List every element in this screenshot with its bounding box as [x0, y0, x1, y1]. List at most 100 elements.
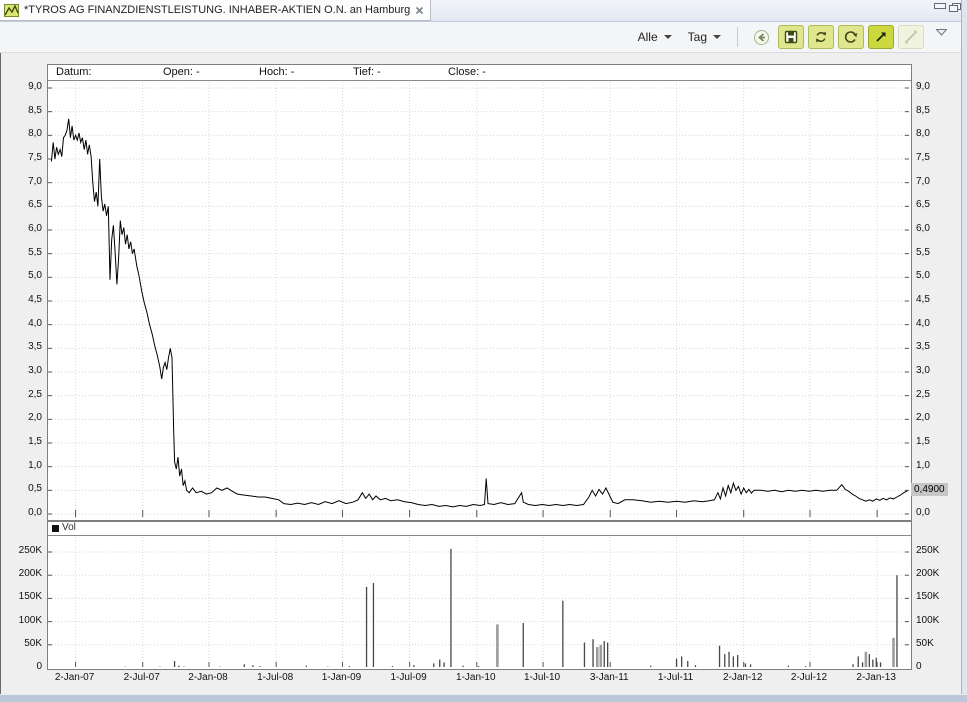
x-axis-tick-label: 2-Jan-12	[711, 672, 775, 684]
quote-header-datum: Datum:	[56, 66, 91, 78]
volume-axis-tick-right: 200K	[916, 568, 948, 580]
x-axis-tick-label: 2-Jul-07	[110, 672, 174, 684]
chevron-down-icon	[713, 35, 721, 39]
price-axis-tick-right: 6,5	[916, 199, 946, 211]
price-axis-tick-left: 7,5	[14, 152, 42, 164]
x-axis-tick-label: 1-Jul-08	[243, 672, 307, 684]
line-chart-icon	[4, 4, 19, 17]
price-axis-tick-left: 1,0	[14, 460, 42, 472]
price-axis-tick-right: 1,0	[916, 460, 946, 472]
range-dropdown[interactable]: Alle	[632, 28, 678, 46]
restore-view-icon[interactable]	[949, 3, 960, 11]
volume-legend: Vol	[48, 522, 911, 536]
tab-bar: *TYROS AG FINANZDIENSTLEISTUNG. INHABER-…	[0, 0, 961, 22]
price-axis-tick-right: 9,0	[916, 81, 946, 93]
save-icon	[784, 30, 798, 44]
price-axis-tick-right: 5,0	[916, 270, 946, 282]
price-axis-tick-right: 8,5	[916, 105, 946, 117]
reload-data-button[interactable]	[838, 25, 864, 49]
volume-axis-tick-right: 0	[916, 661, 948, 673]
quote-header: Datum: Open: - Hoch: - Tief: - Close: -	[48, 65, 911, 81]
window-right-margin	[961, 0, 967, 694]
volume-chart-panel[interactable]: Vol	[47, 521, 912, 670]
price-axis-tick-left: 9,0	[14, 81, 42, 93]
x-axis-tick-label: 2-Jul-12	[777, 672, 841, 684]
interval-dropdown[interactable]: Tag	[682, 28, 727, 46]
x-axis-tick-label: 1-Jul-11	[644, 672, 708, 684]
price-axis-tick-left: 0,5	[14, 483, 42, 495]
save-chart-button[interactable]	[778, 25, 804, 49]
minimize-view-icon[interactable]	[934, 3, 946, 9]
volume-axis-tick-left: 200K	[10, 568, 42, 580]
quote-header-close: Close: -	[448, 66, 486, 78]
price-axis-tick-left: 4,0	[14, 318, 42, 330]
back-icon	[753, 29, 770, 46]
view-menu-chevron-icon[interactable]	[936, 29, 947, 36]
tab-chart-view[interactable]: *TYROS AG FINANZDIENSTLEISTUNG. INHABER-…	[0, 0, 431, 21]
volume-axis-tick-right: 50K	[916, 638, 948, 650]
close-icon[interactable]	[415, 6, 424, 15]
x-axis-tick-label: 2-Jan-07	[43, 672, 107, 684]
refresh-icon	[814, 30, 828, 44]
price-axis-tick-right: 7,5	[916, 152, 946, 164]
trendline-icon	[904, 30, 918, 44]
volume-axis-tick-left: 150K	[10, 591, 42, 603]
chevron-down-icon	[664, 35, 672, 39]
price-axis-tick-right: 5,5	[916, 247, 946, 259]
price-axis-tick-left: 0,0	[14, 507, 42, 519]
price-axis-tick-right: 7,0	[916, 176, 946, 188]
price-axis-tick-right: 1,5	[916, 436, 946, 448]
price-axis-tick-right: 6,0	[916, 223, 946, 235]
volume-axis-tick-right: 250K	[916, 545, 948, 557]
expand-chart-button[interactable]	[868, 25, 894, 49]
volume-axis-tick-left: 250K	[10, 545, 42, 557]
legend-swatch-icon	[52, 525, 59, 532]
price-axis-tick-right: 3,5	[916, 341, 946, 353]
range-dropdown-label: Alle	[638, 30, 658, 44]
price-axis-tick-left: 4,5	[14, 294, 42, 306]
x-axis-tick-label: 1-Jul-10	[510, 672, 574, 684]
x-axis-tick-label: 1-Jul-09	[377, 672, 441, 684]
volume-axis-tick-right: 150K	[916, 591, 948, 603]
price-axis-tick-left: 2,0	[14, 412, 42, 424]
volume-plot[interactable]	[48, 522, 909, 667]
app-window: *TYROS AG FINANZDIENSTLEISTUNG. INHABER-…	[0, 0, 967, 701]
volume-legend-label: Vol	[62, 522, 76, 533]
price-plot[interactable]	[48, 65, 909, 518]
x-axis-tick-label: 3-Jan-11	[577, 672, 641, 684]
price-axis-tick-left: 6,5	[14, 199, 42, 211]
price-axis-tick-left: 8,0	[14, 128, 42, 140]
price-chart-panel[interactable]: Datum: Open: - Hoch: - Tief: - Close: -	[47, 64, 912, 521]
volume-axis-tick-left: 50K	[10, 638, 42, 650]
price-axis-tick-left: 5,0	[14, 270, 42, 282]
price-axis-tick-left: 2,5	[14, 389, 42, 401]
back-button[interactable]	[748, 25, 774, 49]
price-axis-tick-right: 0,0	[916, 507, 946, 519]
price-axis-tick-right: 3,0	[916, 365, 946, 377]
price-axis-tick-right: 2,5	[916, 389, 946, 401]
x-axis-tick-label: 2-Jan-13	[844, 672, 908, 684]
quote-header-hoch: Hoch: -	[259, 66, 294, 78]
price-axis-tick-left: 3,5	[14, 341, 42, 353]
tab-title: *TYROS AG FINANZDIENSTLEISTUNG. INHABER-…	[24, 4, 410, 16]
x-axis-tick-label: 1-Jan-10	[444, 672, 508, 684]
volume-axis-tick-left: 100K	[10, 615, 42, 627]
price-axis-tick-left: 7,0	[14, 176, 42, 188]
last-price-badge: 0,4900	[911, 483, 948, 496]
price-axis-tick-right: 4,0	[916, 318, 946, 330]
toolbar-separator	[737, 27, 738, 47]
volume-axis-tick-left: 0	[10, 661, 42, 673]
trendline-button[interactable]	[898, 25, 924, 49]
quote-header-tief: Tief: -	[353, 66, 381, 78]
price-axis-tick-right: 4,5	[916, 294, 946, 306]
chart-toolbar: Alle Tag	[0, 22, 961, 53]
x-axis-tick-label: 1-Jan-09	[309, 672, 373, 684]
price-axis-tick-left: 5,5	[14, 247, 42, 259]
price-axis-tick-right: 8,0	[916, 128, 946, 140]
price-axis-tick-right: 2,0	[916, 412, 946, 424]
reload-icon	[844, 30, 858, 44]
quote-header-open: Open: -	[163, 66, 200, 78]
price-axis-tick-left: 3,0	[14, 365, 42, 377]
refresh-button[interactable]	[808, 25, 834, 49]
expand-icon	[874, 30, 888, 44]
